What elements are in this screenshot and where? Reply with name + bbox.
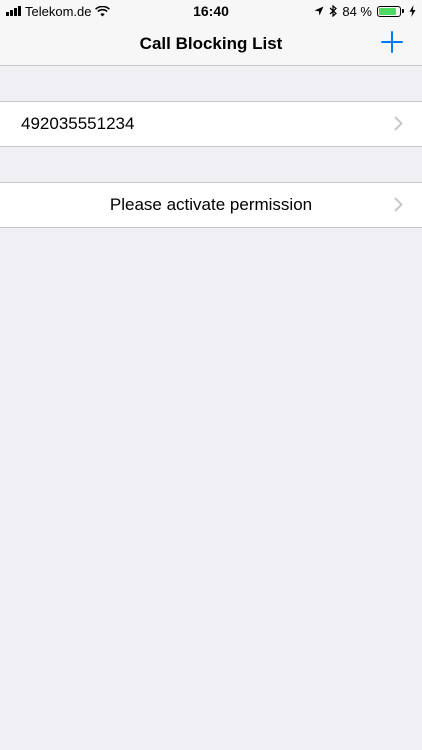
- plus-icon[interactable]: [380, 30, 404, 54]
- battery-icon: [377, 5, 401, 17]
- chevron-right-icon: [394, 116, 403, 131]
- battery-level-fill: [379, 7, 396, 15]
- activate-permission-button[interactable]: Please activate permission: [0, 183, 422, 227]
- blocked-numbers-list: 492035551234: [0, 101, 422, 147]
- navigation-bar: Call Blocking List: [0, 22, 422, 66]
- chevron-right-icon: [394, 197, 403, 212]
- permission-label: Please activate permission: [109, 195, 313, 214]
- permission-section: Please activate permission: [0, 182, 422, 228]
- page-title: Call Blocking List: [139, 34, 283, 53]
- blocked-number: 492035551234: [21, 114, 135, 133]
- status-bar: Telekom.de 16:40 84 %: [0, 0, 422, 22]
- clock: 16:40: [193, 3, 229, 19]
- list-item[interactable]: 492035551234: [0, 102, 422, 146]
